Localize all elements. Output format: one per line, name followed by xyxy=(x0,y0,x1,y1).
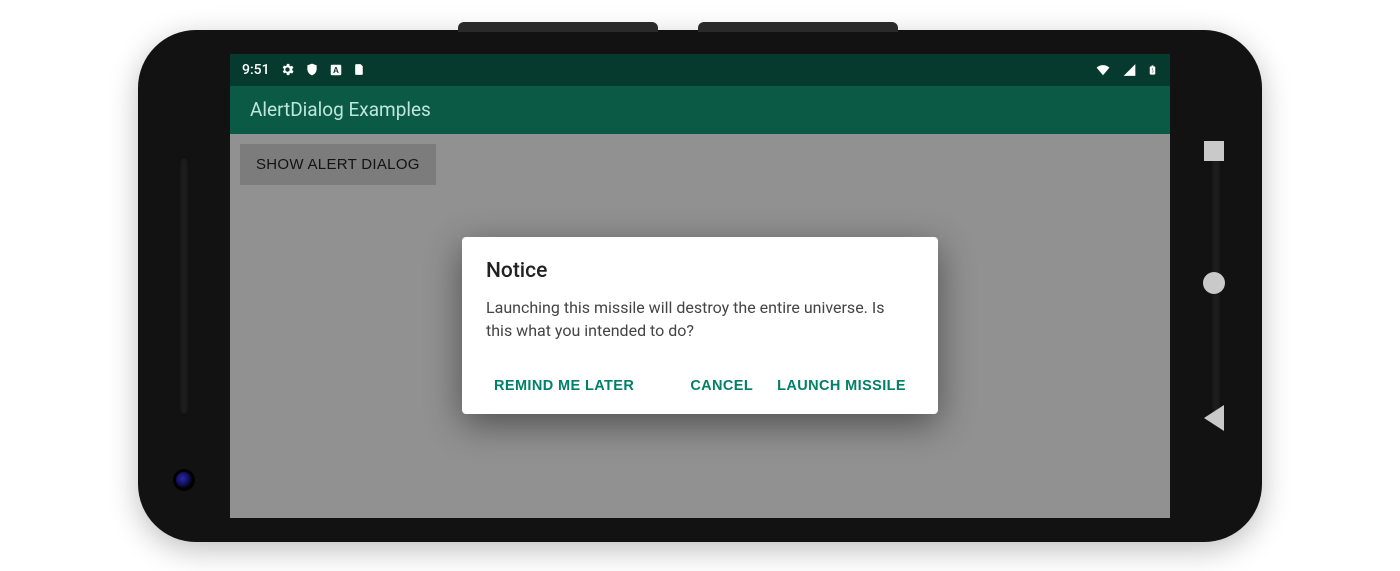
dialog-message: Launching this missile will destroy the … xyxy=(486,297,914,342)
signal-icon xyxy=(1122,63,1137,77)
bezel-right xyxy=(1170,30,1262,542)
app-bar-title: AlertDialog Examples xyxy=(250,98,431,121)
svg-text:A: A xyxy=(333,65,339,74)
phone-frame: 9:51 A xyxy=(138,30,1262,542)
dialog-title: Notice xyxy=(486,259,914,283)
letter-a-icon: A xyxy=(329,63,343,77)
dialog-negative-button[interactable]: CANCEL xyxy=(682,368,761,404)
speaker-grille-left xyxy=(179,156,189,416)
app-content: SHOW ALERT DIALOG Notice Launching this … xyxy=(230,134,1170,518)
recent-apps-button[interactable] xyxy=(1204,141,1224,161)
battery-icon xyxy=(1147,62,1158,78)
bezel-left xyxy=(138,30,230,542)
dialog-scrim[interactable]: Notice Launching this missile will destr… xyxy=(230,134,1170,518)
status-bar: 9:51 A xyxy=(230,54,1170,86)
dialog-positive-button[interactable]: LAUNCH MISSILE xyxy=(769,368,914,404)
status-time: 9:51 xyxy=(242,62,270,78)
back-button[interactable] xyxy=(1204,405,1224,431)
dialog-neutral-button[interactable]: REMIND ME LATER xyxy=(486,368,642,404)
shield-icon xyxy=(305,62,319,77)
app-bar: AlertDialog Examples xyxy=(230,86,1170,134)
dialog-actions: REMIND ME LATER CANCEL LAUNCH MISSILE xyxy=(486,368,914,404)
gear-icon xyxy=(280,62,295,77)
front-camera xyxy=(176,472,192,488)
stage: 9:51 A xyxy=(0,0,1400,571)
system-nav-bar xyxy=(1194,30,1234,542)
sim-icon xyxy=(353,62,366,77)
home-button[interactable] xyxy=(1203,272,1225,294)
screen: 9:51 A xyxy=(230,54,1170,518)
alert-dialog: Notice Launching this missile will destr… xyxy=(462,237,938,414)
wifi-icon xyxy=(1094,63,1112,77)
